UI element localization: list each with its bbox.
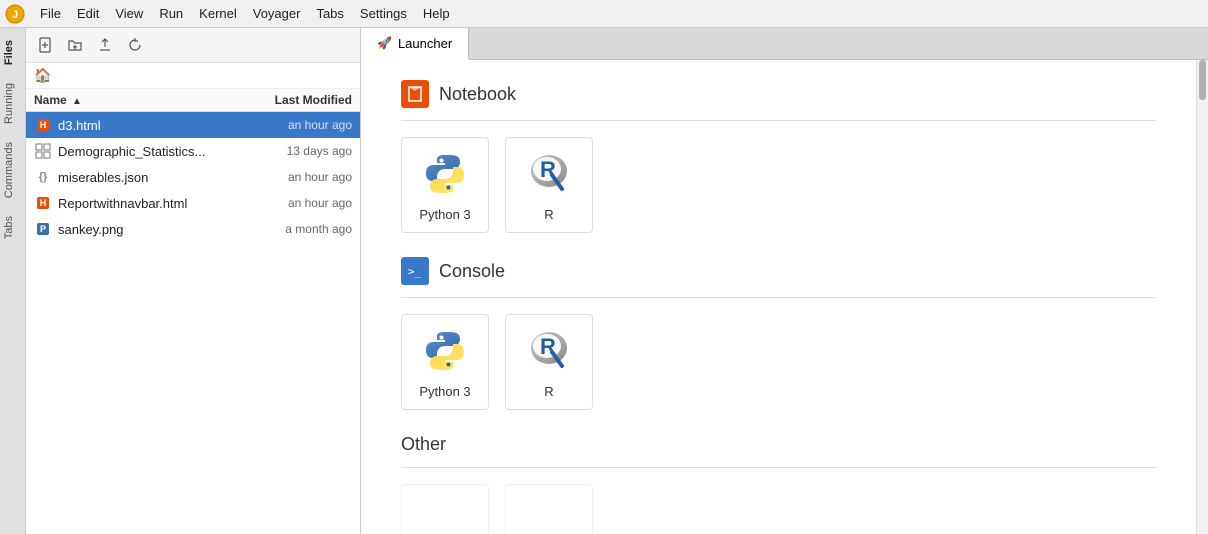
refresh-button[interactable] [122, 32, 148, 58]
file-name-label: miserables.json [58, 170, 246, 185]
menu-kernel[interactable]: Kernel [191, 4, 245, 23]
svg-text:J: J [12, 9, 18, 21]
other-card-1-icon [420, 507, 470, 534]
new-file-button[interactable] [32, 32, 58, 58]
menu-voyager[interactable]: Voyager [245, 4, 309, 23]
launcher-tab-icon: 🚀 [377, 36, 392, 50]
file-name-label: Reportwithnavbar.html [58, 196, 246, 211]
tab-bar: 🚀 Launcher [361, 28, 1208, 60]
file-name-label: Demographic_Statistics... [58, 144, 246, 159]
console-divider [401, 297, 1156, 298]
r-icon: R [524, 149, 574, 199]
new-folder-button[interactable] [62, 32, 88, 58]
sidebar-item-tabs[interactable]: Tabs [1, 208, 25, 247]
notebook-section-title: Notebook [401, 80, 1156, 108]
notebook-divider [401, 120, 1156, 121]
menu-view[interactable]: View [107, 4, 151, 23]
file-list: Hd3.html an hour ago Demographic_Statistic… [26, 112, 360, 534]
home-icon: 🏠 [34, 67, 51, 83]
console-python3-label: Python 3 [419, 384, 470, 399]
svg-text:>_: >_ [408, 265, 422, 278]
launcher-wrapper: Notebook [361, 60, 1208, 534]
console-cards: Python 3 [401, 314, 1156, 410]
other-divider [401, 467, 1156, 468]
console-python3-icon [420, 326, 470, 376]
file-toolbar [26, 28, 360, 63]
tab-launcher-label: Launcher [398, 36, 452, 51]
other-card-2-icon [524, 507, 574, 534]
menu-help[interactable]: Help [415, 4, 458, 23]
file-type-icon: H [34, 194, 52, 212]
file-item[interactable]: Demographic_Statistics... 13 days ago [26, 138, 360, 164]
vertical-scrollbar[interactable] [1196, 60, 1208, 534]
sidebar-item-files[interactable]: Files [1, 32, 25, 73]
file-type-icon: P [34, 220, 52, 238]
file-modified-label: an hour ago [252, 196, 352, 210]
console-icon: >_ [401, 257, 429, 285]
sort-by-name[interactable]: Name ▲ [34, 93, 242, 107]
menubar: J File Edit View Run Kernel Voyager Tabs… [0, 0, 1208, 28]
python3-icon [420, 149, 470, 199]
console-r-card[interactable]: R R [505, 314, 593, 410]
notebook-python3-card[interactable]: Python 3 [401, 137, 489, 233]
app-logo: J [4, 3, 26, 25]
menu-run[interactable]: Run [151, 4, 191, 23]
file-panel: 🏠 Name ▲ Last Modified Hd3.html an hour a… [26, 28, 361, 534]
main-area: 🚀 Launcher Notebook [361, 28, 1208, 534]
file-type-icon: H [34, 116, 52, 134]
notebook-icon [401, 80, 429, 108]
tab-launcher[interactable]: 🚀 Launcher [361, 28, 469, 60]
launcher-content: Notebook [361, 60, 1196, 534]
notebook-title: Notebook [439, 84, 516, 105]
activity-bar: Files Running Commands Tabs [0, 28, 26, 534]
console-r-icon: R [524, 326, 574, 376]
file-header: Name ▲ Last Modified [26, 89, 360, 112]
menu-edit[interactable]: Edit [69, 4, 107, 23]
sort-arrow-icon: ▲ [72, 96, 82, 107]
file-name-label: sankey.png [58, 222, 246, 237]
console-python3-card[interactable]: Python 3 [401, 314, 489, 410]
menu-file[interactable]: File [32, 4, 69, 23]
file-modified-label: a month ago [252, 222, 352, 236]
file-modified-label: an hour ago [252, 170, 352, 184]
menu-settings[interactable]: Settings [352, 4, 415, 23]
sidebar-item-commands[interactable]: Commands [1, 134, 25, 206]
menu-tabs[interactable]: Tabs [308, 4, 351, 23]
other-card-2[interactable] [505, 484, 593, 534]
home-button[interactable]: 🏠 [26, 63, 360, 89]
file-type-icon [34, 142, 52, 160]
console-section-title: >_ Console [401, 257, 1156, 285]
last-modified-header: Last Modified [242, 93, 352, 107]
file-type-icon: {} [34, 168, 52, 186]
file-item[interactable]: Psankey.png a month ago [26, 216, 360, 242]
other-title: Other [401, 434, 446, 455]
file-modified-label: an hour ago [252, 118, 352, 132]
upload-button[interactable] [92, 32, 118, 58]
other-section-title: Other [401, 434, 1156, 455]
sidebar-item-running[interactable]: Running [1, 75, 25, 132]
console-title: Console [439, 261, 505, 282]
other-card-1[interactable] [401, 484, 489, 534]
notebook-python3-label: Python 3 [419, 207, 470, 222]
file-item[interactable]: H Reportwithnavbar.html an hour ago [26, 190, 360, 216]
notebook-cards: Python 3 [401, 137, 1156, 233]
file-item[interactable]: Hd3.html an hour ago [26, 112, 360, 138]
app-body: Files Running Commands Tabs [0, 28, 1208, 534]
file-item[interactable]: {} miserables.json an hour ago [26, 164, 360, 190]
console-r-label: R [544, 384, 553, 399]
file-name-label: d3.html [58, 118, 246, 133]
file-modified-label: 13 days ago [252, 144, 352, 158]
notebook-r-label: R [544, 207, 553, 222]
notebook-r-card[interactable]: R R [505, 137, 593, 233]
other-cards [401, 484, 1156, 534]
